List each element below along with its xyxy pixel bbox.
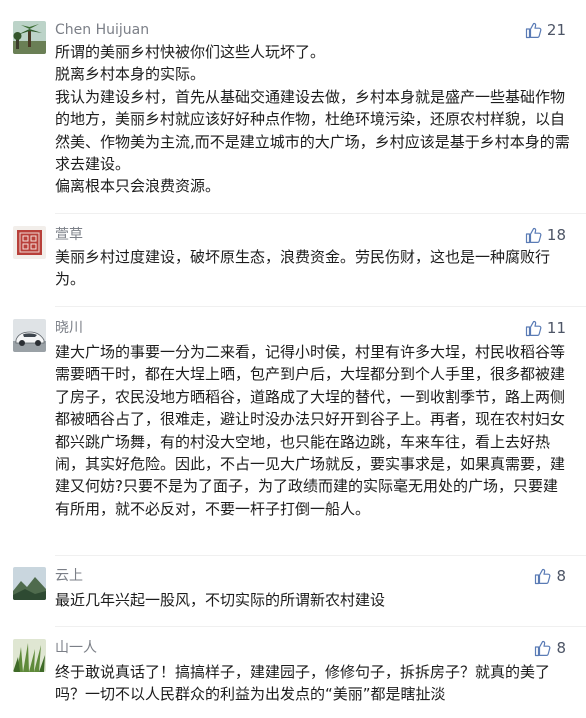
- comment-line: 脱离乡村本身的实际。: [55, 65, 206, 84]
- like-button[interactable]: 8: [534, 639, 566, 657]
- grass-avatar-icon: [13, 639, 46, 672]
- thumbs-up-icon: [535, 640, 551, 656]
- thumbs-up-icon: [535, 568, 551, 584]
- comment-line: 最近几年兴起一股风，不切实际的所谓新农村建设: [55, 591, 386, 609]
- divider: [55, 626, 586, 627]
- comment-line: 所谓的美丽乡村快被你们这些人玩坏了。: [55, 43, 326, 61]
- like-count: 21: [546, 21, 566, 39]
- divider: [55, 306, 586, 307]
- like-count: 11: [546, 319, 566, 337]
- divider: [55, 555, 586, 556]
- palm-tree-avatar-icon: [13, 21, 46, 54]
- like-button[interactable]: 11: [525, 319, 566, 337]
- thumbs-up-icon: [525, 22, 542, 38]
- comment-author[interactable]: 晓川: [55, 319, 83, 337]
- comment-text: 美丽乡村过度建设，破坏原生态，浪费资金。劳民伤财，这也是一种腐败行为。: [55, 246, 570, 291]
- thumbs-up-icon: [525, 320, 542, 336]
- comment-line: 建大广场的事要一分为二来看，记得小时侯，村里有许多大埕，村民收稻谷等需要晒干时，…: [55, 343, 566, 518]
- comment-line: 偏离根本只会浪费资源。: [55, 177, 221, 196]
- avatar[interactable]: [13, 567, 46, 600]
- avatar[interactable]: [13, 21, 46, 54]
- comment-line: 我认为建设乡村，首先从基础交通建设去做，乡村本身就是盛产一些基础作物的地方，美丽…: [55, 87, 570, 174]
- thumbs-up-icon: [525, 227, 542, 243]
- like-count: 8: [556, 639, 566, 657]
- divider: [55, 213, 586, 214]
- avatar[interactable]: [13, 319, 46, 352]
- red-seal-avatar-icon: [13, 226, 46, 259]
- car-avatar-icon: [13, 319, 46, 352]
- like-count: 8: [556, 567, 566, 585]
- comment-text: 所谓的美丽乡村快被你们这些人玩坏了。 脱离乡村本身的实际。 我认为建设乡村，首先…: [55, 41, 570, 198]
- comment-text: 最近几年兴起一股风，不切实际的所谓新农村建设: [55, 589, 570, 611]
- comment-line: 终于敢说真话了！搞搞样子，建建园子，修修句子，拆拆房子？就真的美了吗？一切不以人…: [55, 663, 551, 704]
- avatar[interactable]: [13, 226, 46, 259]
- like-button[interactable]: 18: [525, 226, 566, 244]
- avatar[interactable]: [13, 639, 46, 672]
- comment-text: 终于敢说真话了！搞搞样子，建建园子，修修句子，拆拆房子？就真的美了吗？一切不以人…: [55, 661, 570, 706]
- like-button[interactable]: 8: [534, 567, 566, 585]
- comment-author[interactable]: 云上: [55, 567, 83, 585]
- comment-author[interactable]: 萱草: [55, 226, 83, 244]
- comment-author[interactable]: Chen Huijuan: [55, 21, 149, 39]
- like-count: 18: [546, 226, 566, 244]
- like-button[interactable]: 21: [525, 21, 566, 39]
- comment-author[interactable]: 山一人: [55, 639, 97, 657]
- mountain-avatar-icon: [13, 567, 46, 600]
- comment-text: 建大广场的事要一分为二来看，记得小时侯，村里有许多大埕，村民收稻谷等需要晒干时，…: [55, 341, 570, 520]
- comment-line: 美丽乡村过度建设，破坏原生态，浪费资金。劳民伤财，这也是一种腐败行为。: [55, 248, 551, 289]
